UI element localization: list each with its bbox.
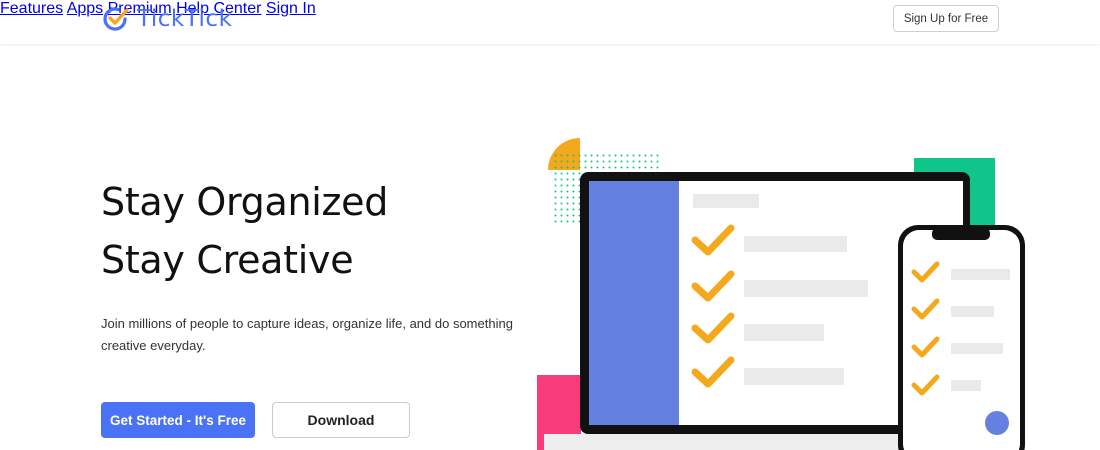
sign-up-button[interactable]: Sign Up for Free [893,5,999,32]
phone-notch [932,228,990,240]
hero-title-line-2: Stay Creative [101,238,354,282]
download-button[interactable]: Download [272,402,410,438]
hero-description: Join millions of people to capture ideas… [101,316,513,353]
ticktick-logo-icon [103,7,129,31]
ticktick-logo[interactable]: TickTick [101,4,232,34]
task-placeholder [744,280,868,297]
task-placeholder [744,236,847,252]
task-placeholder [951,269,1010,280]
laptop-base [544,434,924,450]
task-placeholder [744,368,844,385]
get-started-button[interactable]: Get Started - It's Free [101,402,255,438]
hero-title-line-1: Stay Organized [101,180,389,224]
task-placeholder [951,380,981,391]
nav-apps-link[interactable]: Apps [67,0,103,17]
nav-sign-in-link[interactable]: Sign In [266,0,316,17]
brand-name: TickTick [137,6,233,32]
task-placeholder [951,343,1003,354]
laptop-sidebar [589,181,679,425]
top-navigation-bar: TickTick Features Apps Premium Help Cent… [0,0,1100,44]
hero-illustration [537,138,1025,450]
laptop-header-placeholder [693,194,759,208]
task-placeholder [744,324,824,341]
phone-add-button [985,411,1009,435]
nav-features-link[interactable]: Features [0,0,63,17]
task-placeholder [951,306,994,317]
